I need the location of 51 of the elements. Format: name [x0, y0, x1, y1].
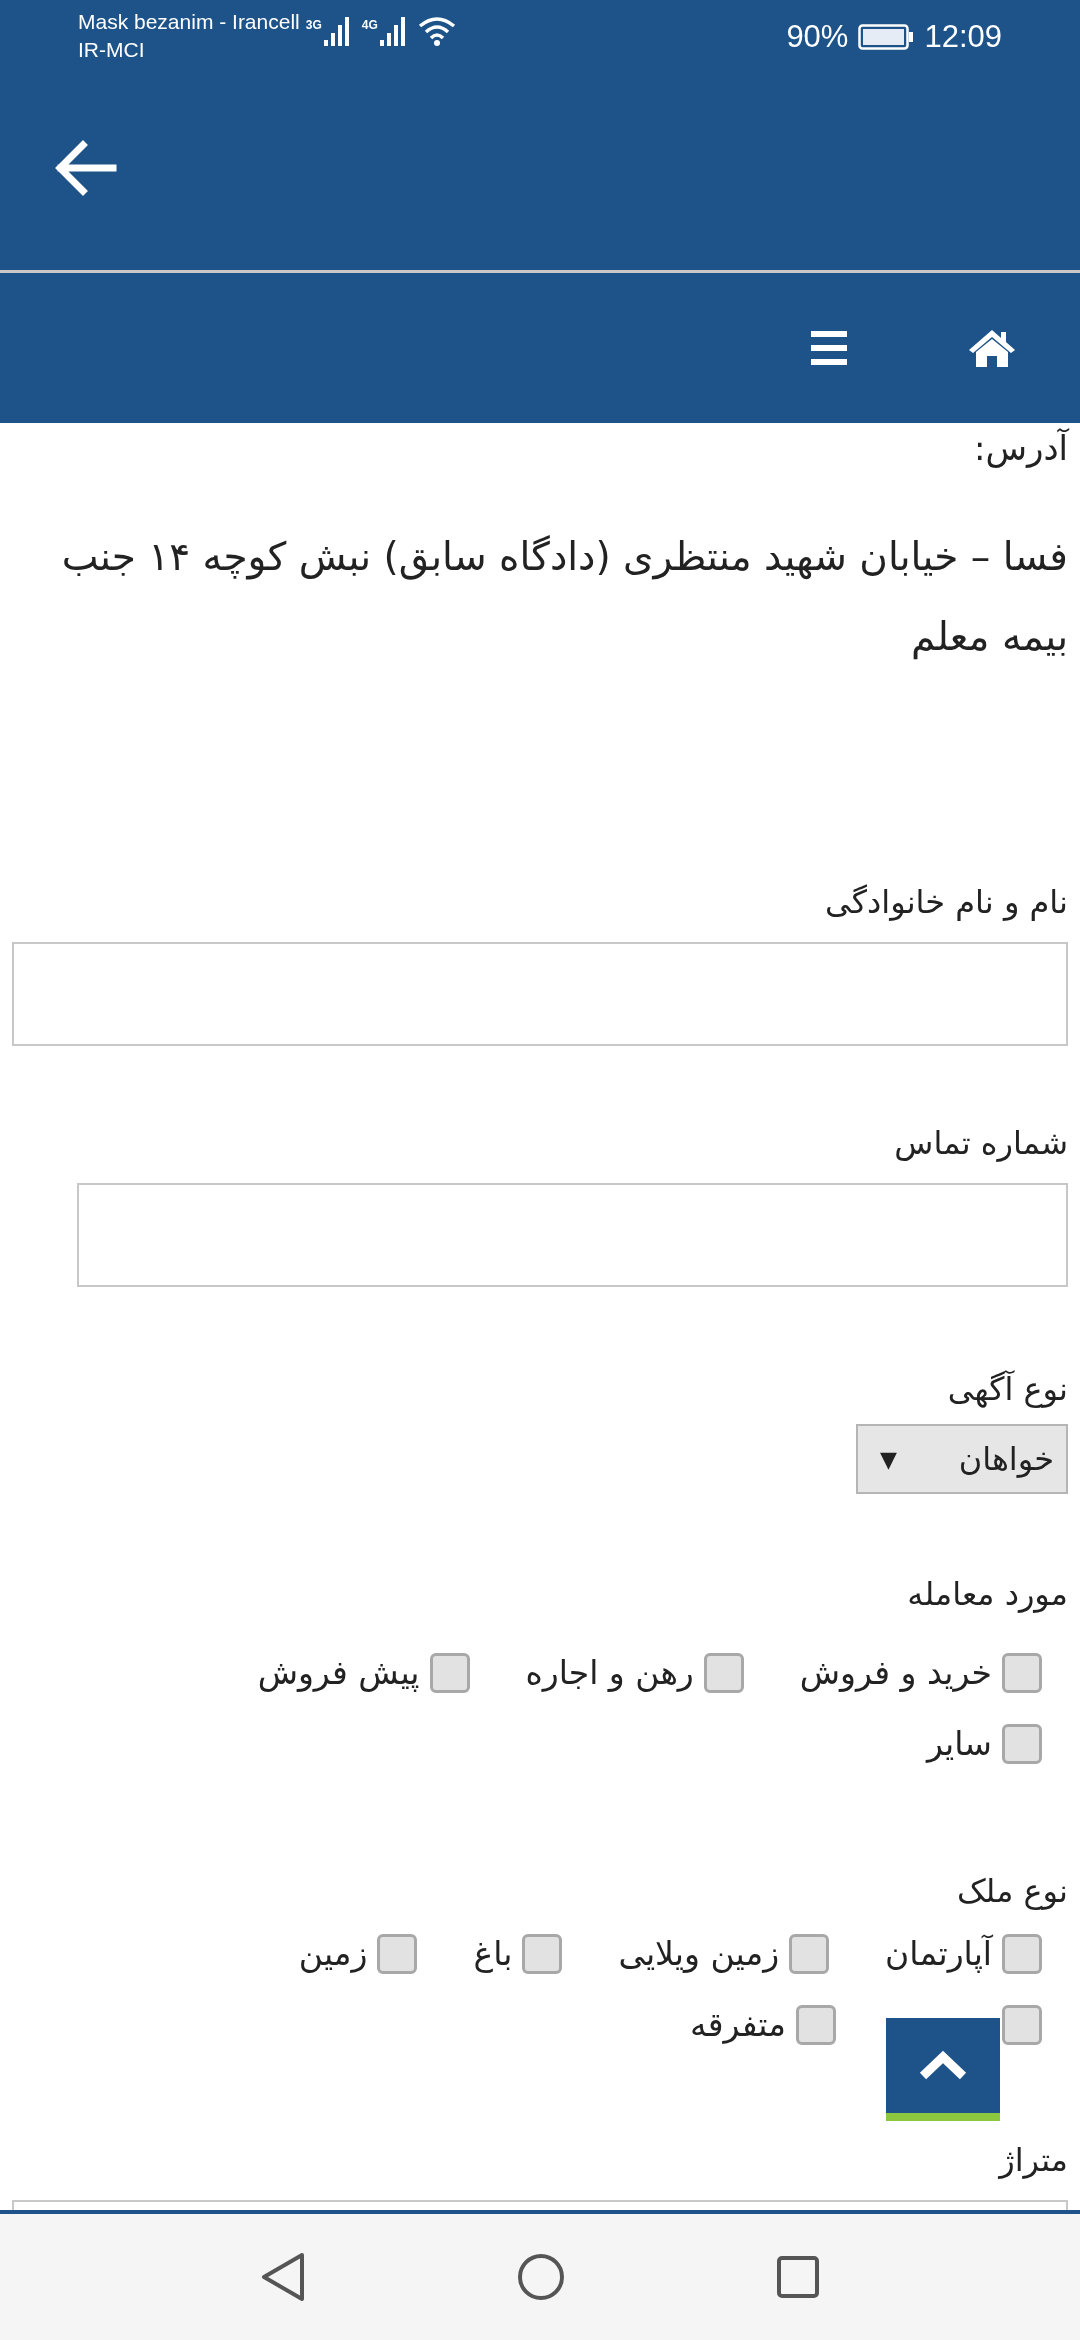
chevron-up-icon — [917, 2049, 969, 2082]
address-label: آدرس: — [973, 427, 1068, 470]
carrier-name: IR-MCI — [78, 37, 146, 63]
address-text: فسا – خیابان شهید منتظری (دادگاه سابق) نبش کوچه ۱۴ جنب بیمه معلم — [60, 533, 1068, 662]
signal-icon — [379, 16, 408, 46]
back-nav-button[interactable] — [260, 2252, 306, 2302]
triangle-icon — [260, 2252, 306, 2302]
checkbox[interactable] — [1002, 1724, 1042, 1764]
checkbox[interactable] — [796, 2005, 836, 2045]
field-label: نوع آگهی — [946, 1369, 1068, 1410]
battery-percent: 90% — [786, 18, 849, 56]
checkbox[interactable] — [377, 1934, 418, 1974]
checkbox-option[interactable]: خرید و فروش — [799, 1645, 1042, 1701]
field-label: شماره تماس — [893, 1123, 1068, 1164]
checkbox-option[interactable]: رهن و اجاره — [525, 1645, 744, 1701]
wifi-icon — [417, 16, 456, 46]
checkbox-option[interactable]: سایر — [926, 1716, 1042, 1772]
clock: 12:09 — [924, 18, 1002, 56]
checkbox-option[interactable]: پیش فروش — [257, 1645, 470, 1701]
checkbox[interactable] — [1002, 2005, 1042, 2045]
battery-icon — [858, 24, 915, 51]
checkbox-option[interactable]: باغ — [473, 1926, 563, 1982]
checkbox[interactable] — [703, 1653, 744, 1693]
back-arrow-icon — [53, 140, 117, 196]
field-label: مورد معامله — [906, 1574, 1068, 1615]
home-nav-button[interactable] — [516, 2252, 566, 2302]
home-icon — [967, 328, 1017, 368]
menu-icon — [811, 331, 847, 365]
checkbox[interactable] — [1002, 1653, 1042, 1693]
field-label: نام و نام خانوادگی — [824, 882, 1068, 923]
checkbox[interactable] — [522, 1934, 563, 1974]
field-label: متراژ — [997, 2140, 1068, 2181]
scroll-top-button[interactable] — [886, 2018, 1000, 2121]
input-field[interactable] — [12, 942, 1068, 1046]
input-field[interactable] — [77, 1183, 1068, 1287]
checkbox[interactable] — [1002, 1934, 1042, 1974]
circle-icon — [516, 2252, 566, 2302]
signal-icon — [323, 16, 352, 46]
recents-nav-button[interactable] — [776, 2255, 820, 2299]
network-type: 3G — [305, 17, 322, 34]
checkbox-option[interactable]: زمین — [298, 1926, 418, 1982]
checkbox-option[interactable]: متفرقه — [690, 1997, 836, 2053]
network-type: 4G — [361, 17, 378, 34]
dropdown[interactable]: خواهان ▼ — [856, 1424, 1068, 1494]
carrier-name: Mask bezanim - Irancell — [78, 9, 300, 35]
checkbox-option[interactable]: زمین ویلایی — [618, 1926, 830, 1982]
field-label: نوع ملک — [955, 1871, 1068, 1912]
checkbox[interactable] — [429, 1653, 470, 1693]
square-icon — [776, 2255, 820, 2299]
checkbox[interactable] — [789, 1934, 830, 1974]
checkbox-option[interactable]: آپارتمان — [885, 1926, 1042, 1982]
